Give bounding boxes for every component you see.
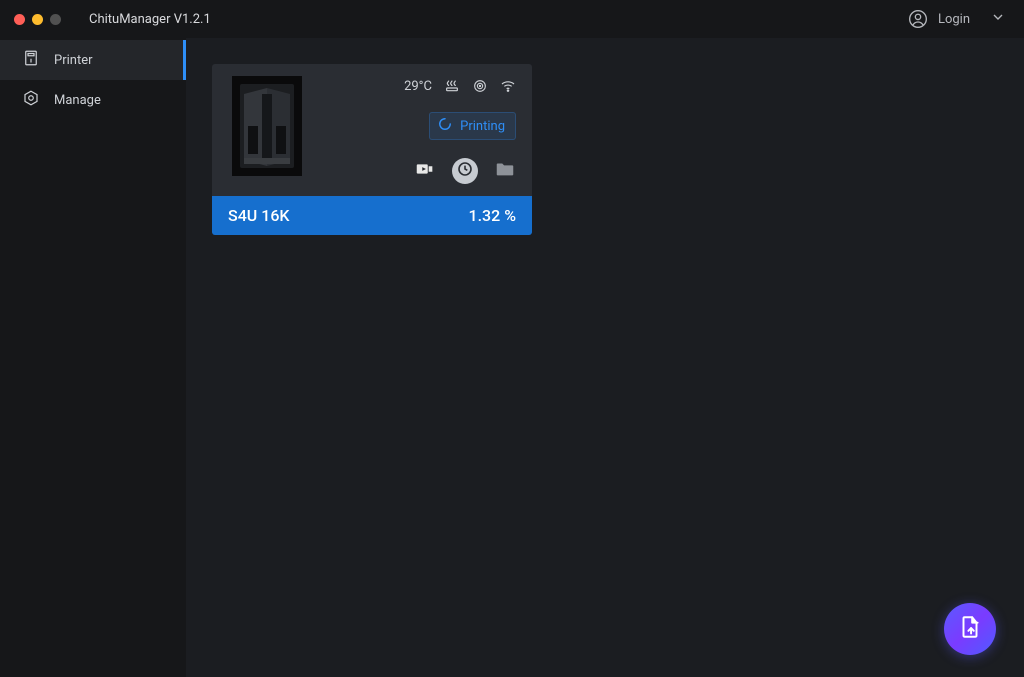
maximize-window-button[interactable] <box>50 14 61 25</box>
printer-icon <box>22 49 40 71</box>
card-info: 29°C <box>320 76 516 184</box>
window-controls <box>14 14 61 25</box>
files-button[interactable] <box>494 158 516 184</box>
file-upload-icon <box>957 614 983 644</box>
sidebar: Printer Manage <box>0 38 186 677</box>
header-chevron-button[interactable] <box>990 9 1006 29</box>
settings-hex-icon <box>22 89 40 111</box>
spinner-icon <box>438 117 452 135</box>
minimize-window-button[interactable] <box>32 14 43 25</box>
sidebar-item-label: Printer <box>54 53 93 68</box>
printer-thumbnail <box>232 76 302 176</box>
titlebar: ChituManager V1.2.1 Login <box>0 0 1024 38</box>
content-area: 29°C <box>186 38 1024 677</box>
user-circle-icon <box>908 9 928 29</box>
temperature-label: 29°C <box>404 79 432 94</box>
upload-fab[interactable] <box>944 603 996 655</box>
main-layout: Printer Manage <box>0 38 1024 677</box>
camera-button[interactable] <box>414 158 436 184</box>
printer-image-svg <box>232 76 302 176</box>
login-label: Login <box>938 12 970 27</box>
clock-icon <box>457 161 473 181</box>
video-camera-icon <box>414 165 436 184</box>
status-icons-row: 29°C <box>404 78 516 94</box>
close-window-button[interactable] <box>14 14 25 25</box>
card-bottom: S4U 16K 1.32 % <box>212 196 532 235</box>
heater-icon <box>444 78 460 94</box>
folder-icon <box>494 165 516 184</box>
card-top: 29°C <box>212 64 532 196</box>
card-action-row <box>414 158 516 184</box>
target-icon <box>472 78 488 94</box>
titlebar-right: Login <box>908 9 1006 29</box>
printer-card[interactable]: 29°C <box>212 64 532 235</box>
titlebar-left: ChituManager V1.2.1 <box>14 12 211 27</box>
printing-status-badge: Printing <box>429 112 516 140</box>
printer-name: S4U 16K <box>228 206 290 225</box>
wifi-icon <box>500 78 516 94</box>
printing-status-label: Printing <box>460 119 505 134</box>
sidebar-item-manage[interactable]: Manage <box>0 80 186 120</box>
chevron-down-icon <box>990 9 1006 29</box>
sidebar-item-printer[interactable]: Printer <box>0 40 186 80</box>
app-title: ChituManager V1.2.1 <box>89 12 211 27</box>
history-button[interactable] <box>452 158 478 184</box>
login-button[interactable]: Login <box>908 9 970 29</box>
printer-progress: 1.32 % <box>469 206 516 225</box>
sidebar-item-label: Manage <box>54 93 101 108</box>
